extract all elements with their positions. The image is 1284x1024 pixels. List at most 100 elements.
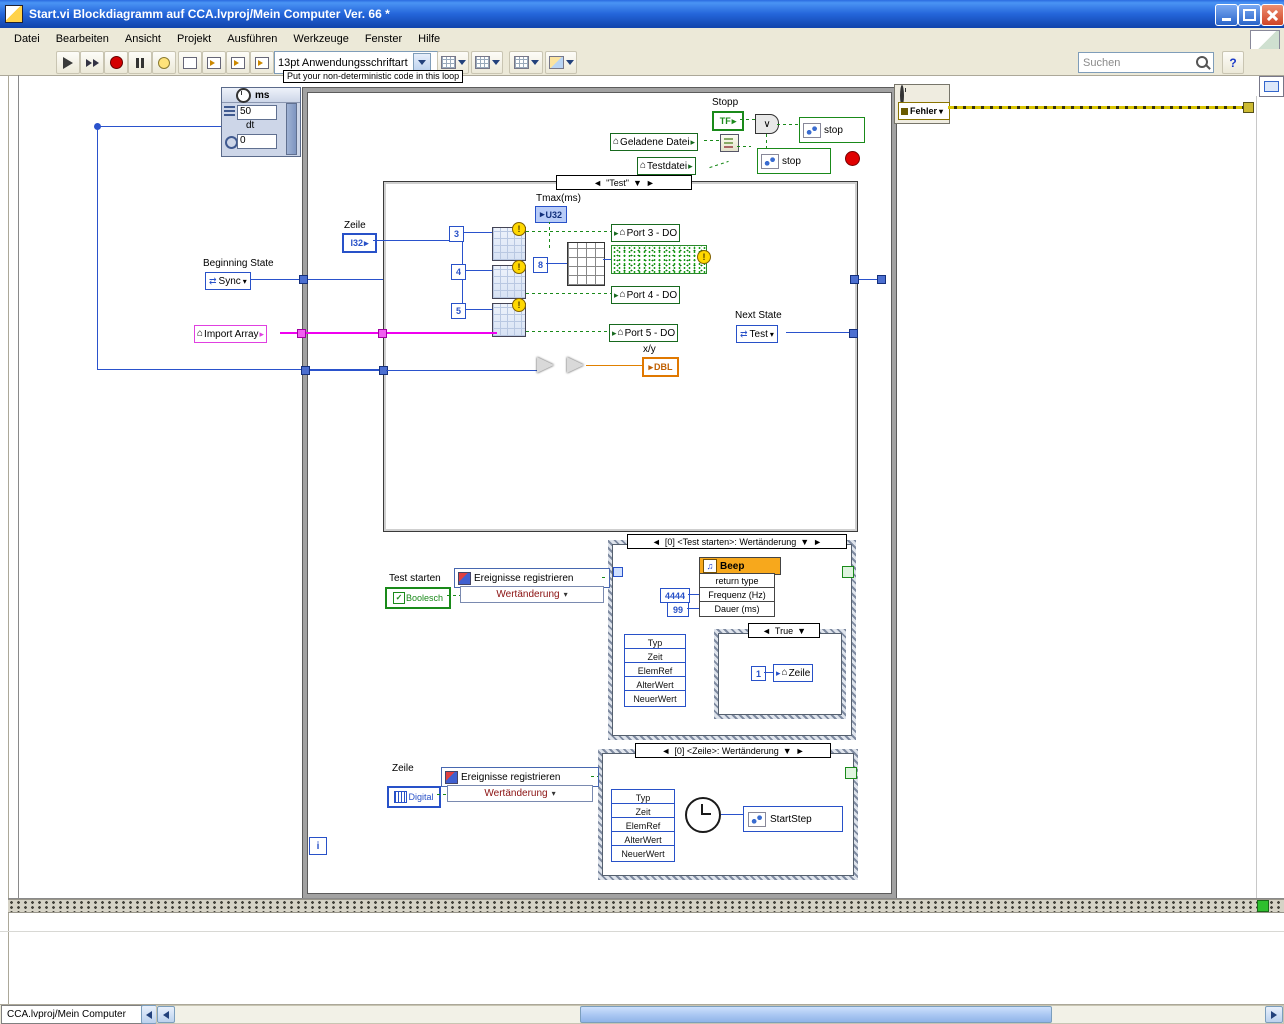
distribute-objects-button[interactable]: [471, 51, 503, 74]
step-out-button[interactable]: [250, 51, 274, 74]
event-prev-icon[interactable]: ◄: [661, 746, 670, 756]
reorder-button[interactable]: [545, 51, 577, 74]
constant-8[interactable]: 8: [533, 257, 548, 273]
case-dropdown-icon[interactable]: ▼: [633, 178, 642, 188]
menu-projekt[interactable]: Projekt: [169, 30, 219, 48]
iteration-terminal[interactable]: i: [309, 837, 327, 855]
fehler-node[interactable]: Fehler ▾: [894, 84, 950, 124]
case-prev-icon[interactable]: ◄: [593, 178, 602, 188]
pause-button[interactable]: [128, 51, 152, 74]
loop-comment[interactable]: Put your non-deterministic code in this …: [283, 70, 464, 83]
or-function[interactable]: ∨: [755, 114, 779, 134]
diagram-h-scrollbar[interactable]: [8, 899, 1284, 913]
port5-ref[interactable]: ▸ ⌂ Port 5 - DO: [609, 324, 679, 342]
startstep-invoke-node[interactable]: StartStep: [743, 806, 843, 832]
case-next-icon[interactable]: ►: [646, 178, 655, 188]
test-starten-terminal[interactable]: ✓ Boolesch: [385, 587, 451, 609]
stop-property-node-2[interactable]: stop: [757, 148, 831, 174]
menu-fenster[interactable]: Fenster: [357, 30, 410, 48]
beep-dauer-label[interactable]: Dauer (ms): [699, 601, 775, 617]
build-array-node[interactable]: [567, 242, 605, 286]
menu-datei[interactable]: Datei: [6, 30, 48, 48]
dauer-constant[interactable]: 99: [667, 602, 689, 617]
step-into-button[interactable]: [202, 51, 226, 74]
zeile-in-terminal[interactable]: I32 ▸: [342, 233, 377, 253]
step-over-button[interactable]: [226, 51, 250, 74]
tmax-terminal[interactable]: ▸ U32: [535, 206, 567, 223]
divide-function[interactable]: [537, 357, 554, 373]
run-button[interactable]: [56, 51, 80, 74]
event-next-icon[interactable]: ►: [796, 746, 805, 756]
beginning-state-enum[interactable]: ⇄ Sync ▾: [205, 272, 251, 290]
register-events-node-2[interactable]: Ereignisse registrieren: [441, 767, 599, 787]
digital-waveform-constant[interactable]: [611, 245, 707, 274]
minimize-button[interactable]: [1215, 4, 1238, 26]
retain-wire-values-button[interactable]: [178, 51, 202, 74]
wait-scrollbar[interactable]: [286, 103, 297, 155]
geladene-datei-ref[interactable]: ⌂ Geladene Datei ▸: [610, 133, 699, 151]
register-events-node-1[interactable]: Ereignisse registrieren: [454, 568, 610, 588]
stopp-terminal[interactable]: TF ▸: [712, 111, 744, 131]
menu-hilfe[interactable]: Hilfe: [410, 30, 448, 48]
close-button[interactable]: [1261, 4, 1284, 26]
h-scrollbar-thumb[interactable]: [580, 1006, 1052, 1023]
wait-value-field[interactable]: 50: [237, 105, 277, 120]
project-tab[interactable]: CCA.lvproj/Mein Computer: [1, 1005, 151, 1024]
register2-event-row[interactable]: Wertänderung ▾: [447, 785, 593, 802]
case-selector[interactable]: ◄ "Test" ▼ ►: [556, 175, 692, 190]
tab-scroll-left-button[interactable]: [141, 1005, 157, 1024]
event1-selector[interactable]: ◄ [0] <Test starten>: Wertänderung ▼ ►: [627, 534, 847, 549]
case-prev-icon[interactable]: ◄: [762, 626, 771, 636]
event2-selector[interactable]: ◄ [0] <Zeile>: Wertänderung ▼ ►: [635, 743, 831, 758]
testdatei-ref[interactable]: ⌂ Testdatei ▸: [637, 157, 696, 175]
event2-dynamic-terminal[interactable]: [845, 767, 857, 779]
scroll-right-button[interactable]: [1265, 1006, 1283, 1023]
abort-button[interactable]: [104, 51, 128, 74]
event1-dynamic-terminal[interactable]: [842, 566, 854, 578]
scroll-left-button[interactable]: [157, 1006, 175, 1023]
zeile-terminal[interactable]: Digital: [387, 786, 441, 808]
event1-timeout-terminal[interactable]: [613, 567, 623, 577]
true-case-selector[interactable]: ◄ True ▼: [748, 623, 820, 638]
event2-field-neuerwert[interactable]: NeuerWert: [611, 845, 675, 862]
case-dropdown-icon[interactable]: ▼: [797, 626, 806, 636]
search-input[interactable]: [1078, 52, 1214, 73]
register1-event-row[interactable]: Wertänderung ▾: [460, 586, 604, 603]
title-bar[interactable]: Start.vi Blockdiagramm auf CCA.lvproj/Me…: [0, 0, 1284, 28]
wire-dauer: [687, 608, 699, 609]
dbl-indicator[interactable]: ▸ DBL: [642, 357, 679, 377]
zeile-local-variable[interactable]: ▸ ⌂ Zeile: [773, 664, 814, 682]
next-state-enum[interactable]: ⇄ Test ▾: [736, 325, 778, 343]
event1-field-neuerwert[interactable]: NeuerWert: [624, 690, 686, 707]
constant-3[interactable]: 3: [449, 226, 464, 242]
menu-ansicht[interactable]: Ansicht: [117, 30, 169, 48]
stop-property-node-1[interactable]: stop: [799, 117, 865, 143]
event-next-icon[interactable]: ►: [813, 537, 822, 547]
wait-dt-field[interactable]: 0: [237, 134, 277, 149]
event-dropdown-icon[interactable]: ▼: [800, 537, 809, 547]
help-button[interactable]: ?: [1222, 51, 1244, 74]
highlight-execution-button[interactable]: [152, 51, 176, 74]
wait-ms-vi[interactable]: ms 50 dt 0: [221, 87, 301, 157]
constant-5[interactable]: 5: [451, 303, 466, 319]
round-led-constant[interactable]: [845, 151, 860, 166]
close-file-icon[interactable]: [720, 134, 739, 152]
event-dropdown-icon[interactable]: ▼: [783, 746, 792, 756]
restore-button[interactable]: [1238, 4, 1261, 26]
menu-ausfuehren[interactable]: Ausführen: [219, 30, 285, 48]
conversion-function[interactable]: [567, 357, 584, 373]
run-continuous-button[interactable]: [80, 51, 104, 74]
import-array-ref[interactable]: ⌂ Import Array ▸: [194, 325, 268, 343]
search-icon[interactable]: [1196, 56, 1208, 68]
clock-icon[interactable]: [685, 797, 721, 833]
constant-4[interactable]: 4: [451, 264, 466, 280]
port4-ref[interactable]: ▸ ⌂ Port 4 - DO: [611, 286, 681, 304]
event-prev-icon[interactable]: ◄: [652, 537, 661, 547]
resize-objects-button[interactable]: [509, 51, 543, 74]
navigation-window-button[interactable]: [1259, 76, 1284, 97]
menu-werkzeuge[interactable]: Werkzeuge: [285, 30, 356, 48]
port3-ref[interactable]: ▸ ⌂ Port 3 - DO: [611, 224, 681, 242]
freq-constant[interactable]: 4444: [660, 588, 690, 603]
menu-bearbeiten[interactable]: Bearbeiten: [48, 30, 117, 48]
constant-1[interactable]: 1: [751, 666, 766, 681]
